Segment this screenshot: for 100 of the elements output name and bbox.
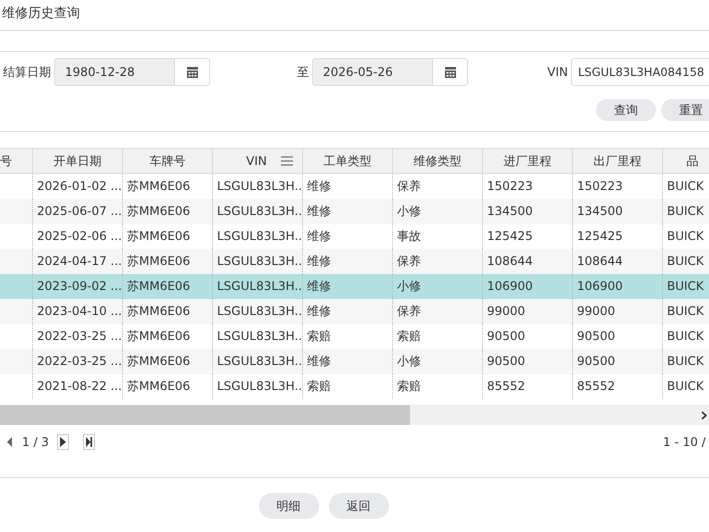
calendar-icon[interactable] (444, 66, 456, 78)
record-range: 1 - 10 / (663, 435, 707, 449)
table-cell: BUICK (667, 354, 704, 368)
next-page-icon[interactable] (56, 434, 69, 450)
table-cell: 2026-01-02 ... (37, 179, 122, 193)
table-cell: 125425 (487, 229, 533, 243)
table-cell: 150223 (577, 179, 623, 193)
table-cell: 125425 (577, 229, 623, 243)
table-cell: 苏MM6E06 (127, 329, 190, 343)
last-page-icon[interactable] (82, 434, 95, 450)
table-cell: 维修 (307, 304, 331, 318)
table-cell: 小修 (397, 279, 421, 293)
footer-button[interactable]: 明细 (258, 493, 318, 519)
table-row[interactable]: 2023-04-10 ... 苏MM6E06 LSGUL83L3H...维修 保养 99000 99000 BUICK (0, 299, 709, 324)
table-row[interactable]: 2022-03-25 ... 苏MM6E06 LSGUL83L3H...维修 小修 90500 90500 BUICK (0, 349, 709, 374)
table-cell: 维修 (307, 279, 331, 293)
table-cell: 索赔 (397, 379, 421, 393)
table-row[interactable]: 2023-09-02 ... 苏MM6E06 LSGUL83L3H...维修 小修 106900 106900 BUICK (0, 274, 709, 299)
table-cell: LSGUL83L3H... (217, 179, 302, 193)
table-cell: 90500 (577, 329, 616, 343)
menu-icon[interactable] (280, 156, 293, 166)
table-cell: 90500 (487, 354, 526, 368)
table-cell: 90500 (577, 354, 616, 368)
vin-field[interactable]: LSGUL83L3HA084158 (571, 58, 709, 86)
table-cell: 106900 (577, 279, 623, 293)
table-cell: 90500 (487, 329, 526, 343)
table-cell: 106900 (487, 279, 533, 293)
table-cell: 索赔 (307, 379, 331, 393)
table-cell: LSGUL83L3H... (217, 254, 302, 268)
table-cell: 2023-04-10 ... (37, 304, 122, 318)
table-cell: 134500 (487, 204, 533, 218)
table-cell: 134500 (577, 204, 623, 218)
column-header[interactable]: 进厂里程 (483, 149, 573, 173)
table-cell: 维修 (307, 204, 331, 218)
to-label: 至 (297, 64, 309, 80)
table-cell: 2025-06-07 ... (37, 204, 122, 218)
date-label: 结算日期 (3, 64, 51, 80)
table-cell: 苏MM6E06 (127, 229, 190, 243)
column-header[interactable]: 车牌号 (123, 149, 213, 173)
column-header[interactable]: 品 (663, 149, 709, 173)
table-cell: LSGUL83L3H... (217, 204, 302, 218)
table-cell: 保养 (397, 179, 421, 193)
date-to-field[interactable]: 2026-05-26 (312, 58, 468, 86)
table-cell: 事故 (397, 229, 421, 243)
table-cell: LSGUL83L3H... (217, 229, 302, 243)
date-to-value: 2026-05-26 (313, 59, 432, 85)
table-cell: BUICK (667, 179, 704, 193)
table-cell: LSGUL83L3H... (217, 354, 302, 368)
table-cell: 2023-09-02 ... (37, 279, 122, 293)
table-cell: LSGUL83L3H... (217, 379, 302, 393)
table-cell: BUICK (667, 229, 704, 243)
action-button[interactable]: 重置 (661, 99, 709, 121)
table-row[interactable]: 2021-08-22 ... 苏MM6E06 LSGUL83L3H...索赔 索赔 85552 85552 BUICK (0, 374, 709, 399)
page-title: 维修历史查询 (1, 5, 80, 23)
column-header[interactable]: 出厂里程 (573, 149, 663, 173)
table-cell: 150223 (487, 179, 533, 193)
table-cell: BUICK (667, 379, 704, 393)
footer-button[interactable]: 返回 (328, 493, 388, 519)
table-cell: BUICK (667, 329, 704, 343)
table-cell: BUICK (667, 254, 704, 268)
table-cell: 小修 (397, 354, 421, 368)
table-cell: 索赔 (397, 329, 421, 343)
page-indicator: 1 / 3 (22, 435, 49, 449)
calendar-icon[interactable] (186, 66, 198, 78)
table-cell: 99000 (487, 304, 526, 318)
column-header[interactable]: VIN (213, 149, 303, 173)
horizontal-scrollbar[interactable] (0, 405, 709, 425)
table-cell: 85552 (577, 379, 616, 393)
table-cell: BUICK (667, 204, 704, 218)
table-cell: BUICK (667, 304, 704, 318)
column-header[interactable]: 工单类型 (303, 149, 393, 173)
table-cell: 小修 (397, 204, 421, 218)
table-cell: 苏MM6E06 (127, 254, 190, 268)
previous-page-icon[interactable] (6, 435, 14, 449)
table-cell: 108644 (577, 254, 623, 268)
table-cell: 苏MM6E06 (127, 279, 190, 293)
table-row[interactable]: 2025-06-07 ... 苏MM6E06 LSGUL83L3H...维修 小修 134500 134500 BUICK (0, 199, 709, 224)
table-cell: 2022-03-25 ... (37, 329, 122, 343)
table-cell: 维修 (307, 254, 331, 268)
table-cell: 苏MM6E06 (127, 379, 190, 393)
table-cell: LSGUL83L3H... (217, 279, 302, 293)
table-cell: 2025-02-06 ... (37, 229, 122, 243)
column-header[interactable]: 维修类型 (393, 149, 483, 173)
table-cell: 维修 (307, 179, 331, 193)
table-cell: 85552 (487, 379, 526, 393)
table-cell: 99000 (577, 304, 616, 318)
table-cell: LSGUL83L3H... (217, 329, 302, 343)
date-from-value: 1980-12-28 (55, 59, 174, 85)
table-cell: 苏MM6E06 (127, 354, 190, 368)
table-cell: 2022-03-25 ... (37, 354, 122, 368)
table-cell: 2024-04-17 ... (37, 254, 122, 268)
action-button[interactable]: 查询 (596, 99, 656, 121)
table-cell: BUICK (667, 279, 704, 293)
table-row[interactable]: 2024-04-17 ... 苏MM6E06 LSGUL83L3H...维修 保养 108644 108644 BUICK (0, 249, 709, 274)
table-cell: 2021-08-22 ... (37, 379, 122, 393)
date-from-field[interactable]: 1980-12-28 (54, 58, 210, 86)
column-header[interactable]: 开单日期 (33, 149, 123, 173)
table-cell: 维修 (307, 229, 331, 243)
column-header[interactable]: 号 (0, 149, 33, 173)
table-cell: 维修 (307, 354, 331, 368)
